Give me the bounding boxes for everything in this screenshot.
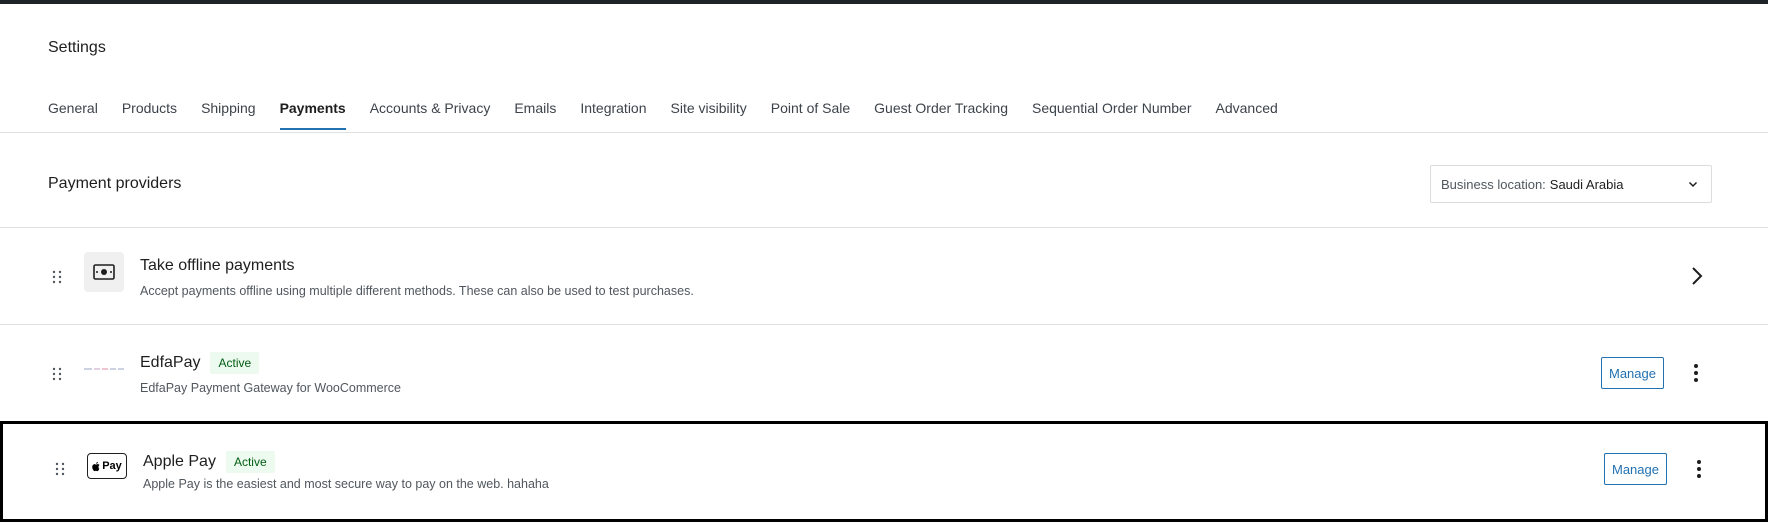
tab-emails[interactable]: Emails (514, 100, 556, 130)
tab-products[interactable]: Products (122, 100, 177, 130)
business-location-select[interactable]: Business location: Saudi Arabia (1430, 165, 1712, 203)
chevron-right-icon[interactable] (1689, 265, 1705, 287)
provider-name-text: Apple Pay (143, 453, 216, 470)
apple-pay-logo: Pay (87, 446, 127, 486)
drag-handle-icon[interactable] (55, 462, 65, 476)
tab-integration[interactable]: Integration (580, 100, 646, 130)
settings-header: Settings General Products Shipping Payme… (0, 4, 1768, 133)
apple-icon (92, 461, 100, 471)
tab-shipping[interactable]: Shipping (201, 100, 256, 130)
cash-icon (84, 252, 124, 292)
manage-button[interactable]: Manage (1604, 453, 1667, 485)
provider-name: Take offline payments (140, 257, 294, 275)
drag-handle-icon[interactable] (52, 270, 62, 284)
page-title: Settings (48, 39, 106, 56)
tab-payments[interactable]: Payments (279, 100, 346, 130)
apple-pay-mark: Pay (87, 453, 127, 479)
tab-accounts-privacy[interactable]: Accounts & Privacy (370, 100, 491, 130)
provider-row-apple-pay: Pay Apple Pay Active Apple Pay is the ea… (0, 421, 1768, 522)
provider-name-text: Take offline payments (140, 257, 295, 274)
chevron-down-icon (1688, 181, 1698, 188)
tab-advanced[interactable]: Advanced (1216, 100, 1278, 130)
settings-tabs: General Products Shipping Payments Accou… (48, 100, 1302, 130)
provider-name: EdfaPay Active (140, 352, 260, 374)
more-options-icon[interactable] (1693, 457, 1705, 481)
more-options-icon[interactable] (1690, 361, 1702, 385)
tab-site-visibility[interactable]: Site visibility (671, 100, 747, 130)
provider-row-offline[interactable]: Take offline payments Accept payments of… (0, 227, 1768, 324)
apple-pay-logo-text: Pay (102, 460, 122, 472)
provider-description: Apple Pay is the easiest and most secure… (143, 477, 549, 491)
manage-button[interactable]: Manage (1601, 357, 1664, 389)
provider-description: EdfaPay Payment Gateway for WooCommerce (140, 381, 401, 395)
drag-handle-icon[interactable] (52, 367, 62, 381)
provider-name-text: EdfaPay (140, 354, 201, 371)
edfapay-logo (84, 349, 124, 389)
tab-guest-order-tracking[interactable]: Guest Order Tracking (874, 100, 1008, 130)
tab-sequential-order-number[interactable]: Sequential Order Number (1032, 100, 1192, 130)
location-label: Business location: (1441, 176, 1546, 192)
status-badge: Active (210, 352, 260, 374)
tab-point-of-sale[interactable]: Point of Sale (771, 100, 850, 130)
provider-row-edfapay: EdfaPay Active EdfaPay Payment Gateway f… (0, 324, 1768, 421)
provider-name: Apple Pay Active (143, 451, 275, 473)
provider-description: Accept payments offline using multiple d… (140, 284, 694, 298)
location-value: Saudi Arabia (1549, 176, 1624, 192)
section-title: Payment providers (48, 175, 182, 192)
status-badge: Active (225, 451, 275, 473)
tab-general[interactable]: General (48, 100, 98, 130)
